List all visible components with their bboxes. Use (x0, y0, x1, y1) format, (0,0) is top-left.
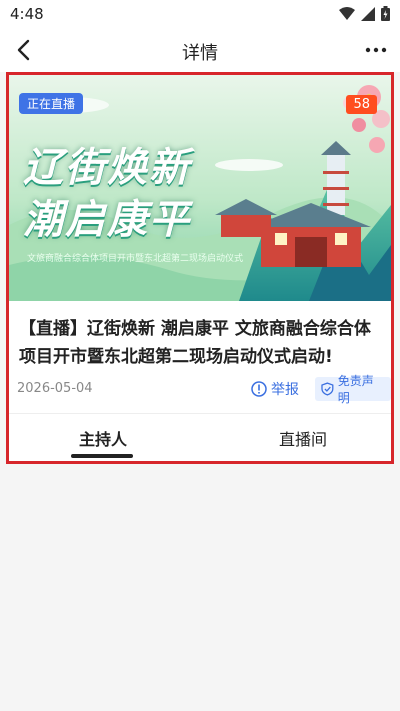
disclaimer-label: 免责声明 (337, 374, 374, 405)
report-label: 举报 (271, 382, 299, 398)
tab-bar: 主持人 直播间 (9, 414, 391, 460)
warning-circle-icon (251, 381, 267, 397)
active-tab-indicator (71, 454, 133, 458)
content-card: 正在直播 58 辽街焕新 潮启康平 文旅商融合综合体项目开市暨东北超第二现场启动… (6, 72, 394, 464)
battery-icon (381, 6, 390, 21)
tab-live-room[interactable]: 直播间 (243, 426, 363, 450)
banner-subtitle: 文旅商融合综合体项目开市暨东北超第二现场启动仪式 (27, 254, 244, 264)
wifi-icon (339, 6, 355, 20)
status-icons (339, 6, 390, 21)
report-button[interactable]: 举报 (251, 377, 299, 401)
article-headline: 【直播】辽街焕新 潮启康平 文旅商融合综合体项目开市暨东北超第二现场启动仪式启动… (19, 319, 371, 367)
tab-host[interactable]: 主持人 (43, 426, 163, 450)
meta-row: 2026-05-04 举报 免责声明 (9, 374, 391, 405)
nav-bar: 详情 (0, 28, 400, 72)
status-bar: 4:48 (0, 0, 400, 28)
page-title: 详情 (182, 43, 218, 64)
disclaimer-button[interactable]: 免责声明 (315, 374, 391, 405)
shield-icon (321, 382, 334, 396)
live-status-badge: 正在直播 (19, 93, 84, 114)
status-time: 4:48 (10, 5, 44, 23)
banner-title-line2: 潮启康平 (23, 197, 191, 243)
viewer-count-badge: 58 (346, 95, 377, 114)
more-options-icon[interactable] (364, 40, 388, 60)
live-banner[interactable]: 正在直播 58 辽街焕新 潮启康平 文旅商融合综合体项目开市暨东北超第二现场启动… (9, 75, 391, 301)
publish-date: 2026-05-04 (17, 381, 93, 396)
signal-icon (361, 6, 375, 21)
banner-title-line1: 辽街焕新 (23, 145, 191, 191)
